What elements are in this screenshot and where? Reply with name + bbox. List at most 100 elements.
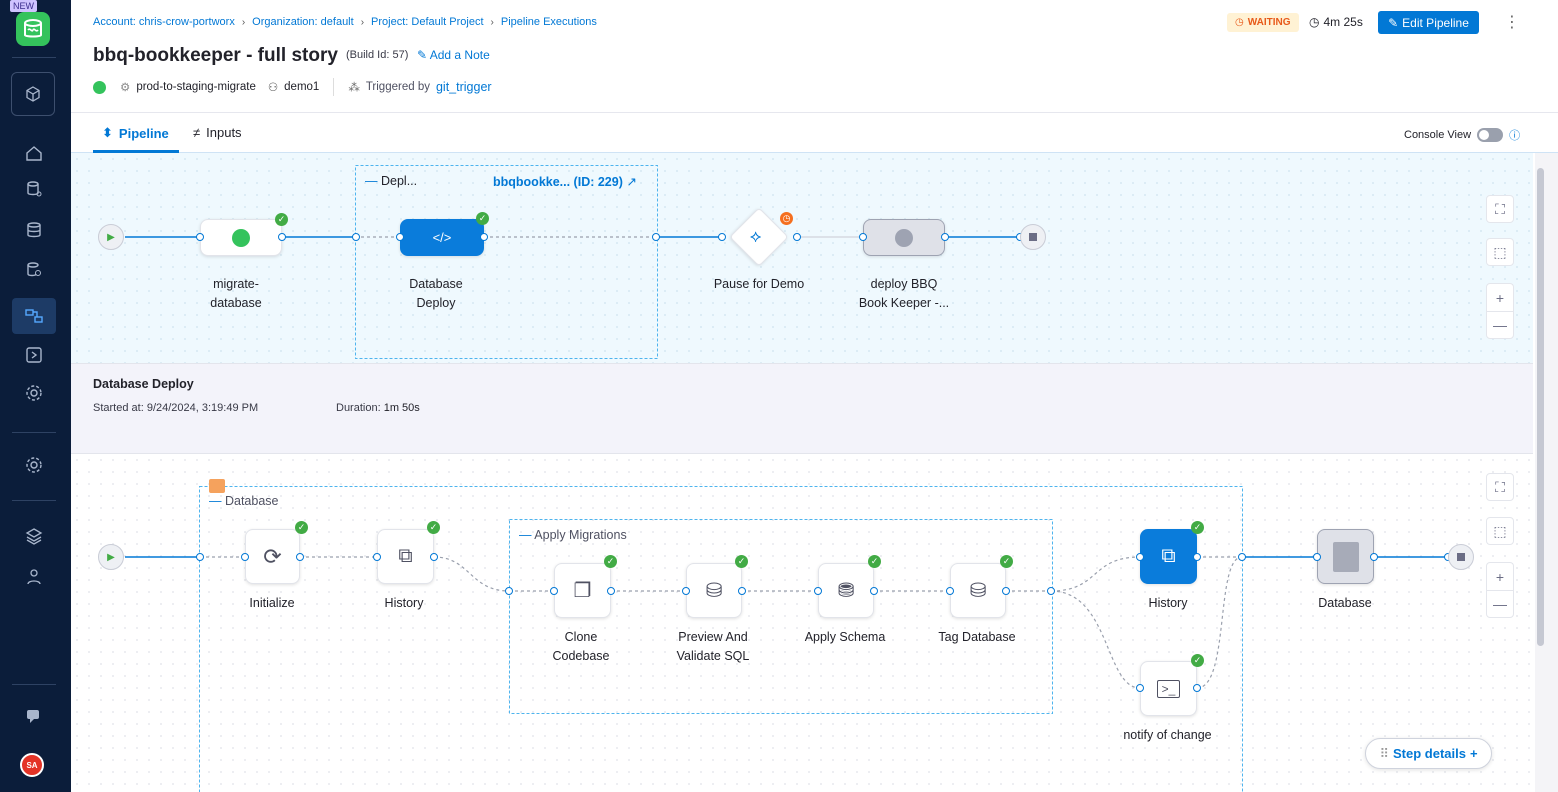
waiting-icon: ◷ (780, 212, 793, 225)
database-upload-icon: ⛃ (837, 580, 855, 602)
step-tag-database[interactable]: ⛁ (950, 563, 1006, 618)
stage-group-link-label: bbqbookke... (ID: 229) (493, 175, 623, 189)
step-group-name: Database (224, 494, 279, 508)
step-apply-schema[interactable]: ⛃ (818, 563, 874, 618)
database-icon: ⛁ (969, 580, 987, 602)
clone-icon: ❐ (573, 580, 592, 602)
port (1193, 553, 1201, 561)
port (738, 587, 746, 595)
port (1047, 587, 1055, 595)
port (946, 587, 954, 595)
step-notify-of-change[interactable]: >_ (1140, 661, 1197, 716)
port (607, 587, 615, 595)
end-node (1448, 544, 1474, 570)
port (396, 233, 404, 241)
success-check-icon: ✓ (735, 555, 748, 568)
step-label: History (1148, 596, 1188, 610)
step-label: Tag Database (938, 630, 1016, 644)
port (296, 553, 304, 561)
deploy-service-icon (895, 228, 913, 247)
port (859, 233, 867, 241)
stage-group-name: Depl... (380, 174, 418, 188)
collapse-icon[interactable]: — (519, 528, 532, 542)
port (1193, 684, 1201, 692)
puzzle-icon: ⧉ (398, 545, 413, 567)
stage-label: Pause for Demo (713, 277, 805, 291)
step-initialize[interactable]: ⟳ (245, 529, 300, 584)
start-node[interactable]: ▶ (98, 544, 124, 570)
port (941, 233, 949, 241)
port (1136, 553, 1144, 561)
success-check-icon: ✓ (275, 213, 288, 226)
graph-connectors (125, 165, 1448, 792)
step-group-name: Apply Migrations (534, 528, 627, 542)
port (718, 233, 726, 241)
step-label: notify of change (1123, 728, 1212, 742)
port (1370, 553, 1378, 561)
refresh-icon: ⟳ (263, 543, 282, 569)
select-area-button[interactable]: ⬚ (1486, 517, 1514, 545)
port (1313, 553, 1321, 561)
step-label: Clone Codebase (552, 630, 610, 663)
port (814, 587, 822, 595)
port (373, 553, 381, 561)
step-clone-codebase[interactable]: ❐ (554, 563, 611, 618)
stage-label: migrate- database (210, 277, 262, 310)
port (550, 587, 558, 595)
port (505, 587, 513, 595)
step-history-running[interactable]: ⧉ (1140, 529, 1197, 584)
stage-database-next[interactable] (1317, 529, 1374, 584)
port (430, 553, 438, 561)
database-layers-icon (1332, 541, 1359, 572)
zoom-in-button[interactable]: + (1486, 283, 1514, 311)
step-label: Database (1318, 596, 1372, 610)
stage-group-link[interactable]: bbqbookke... (ID: 229) ↗ (493, 174, 637, 189)
fit-screen-button[interactable]: ⛶ (1486, 473, 1514, 501)
port (793, 233, 801, 241)
approval-icon: ⟡ (750, 227, 762, 246)
start-node[interactable]: ▶ (98, 224, 124, 250)
step-preview-validate-sql[interactable]: ⛁ (686, 563, 742, 618)
plus-icon: + (1469, 746, 1478, 761)
stage-deploy-bbq[interactable] (863, 219, 945, 256)
fit-screen-button[interactable]: ⛶ (1486, 195, 1514, 223)
stage-label: Database Deploy (409, 277, 463, 310)
stage-database-deploy[interactable]: </> (400, 219, 484, 256)
step-details-button[interactable]: ⠿ Step details + (1365, 738, 1492, 769)
success-check-icon: ✓ (427, 521, 440, 534)
end-node (1020, 224, 1046, 250)
stage-migrate-database[interactable] (200, 219, 282, 256)
success-check-icon: ✓ (476, 212, 489, 225)
port (682, 587, 690, 595)
port (196, 233, 204, 241)
step-label: Initialize (249, 596, 295, 610)
stage-type-icon (232, 228, 250, 247)
step-history[interactable]: ⧉ (377, 529, 434, 584)
port (870, 587, 878, 595)
zoom-out-button[interactable]: — (1486, 311, 1514, 339)
zoom-out-button[interactable]: — (1486, 590, 1514, 618)
drag-handle-icon: ⠿ (1379, 745, 1389, 761)
container-icon (209, 479, 225, 493)
select-area-button[interactable]: ⬚ (1486, 238, 1514, 266)
port (652, 233, 660, 241)
database-icon: ⛁ (705, 580, 723, 602)
port (352, 233, 360, 241)
port (1136, 684, 1144, 692)
success-check-icon: ✓ (1191, 521, 1204, 534)
terminal-icon: >_ (1156, 679, 1181, 698)
port (1002, 587, 1010, 595)
step-label: History (384, 596, 424, 610)
step-label: Preview And Validate SQL (676, 630, 750, 663)
zoom-in-button[interactable]: + (1486, 562, 1514, 590)
collapse-icon[interactable]: — (209, 494, 222, 508)
port (196, 553, 204, 561)
puzzle-icon: ⧉ (1161, 545, 1176, 567)
success-check-icon: ✓ (1191, 654, 1204, 667)
success-check-icon: ✓ (868, 555, 881, 568)
port (1238, 553, 1246, 561)
port (480, 233, 488, 241)
collapse-icon[interactable]: — (365, 174, 378, 188)
external-link-icon: ↗ (626, 175, 637, 189)
success-check-icon: ✓ (604, 555, 617, 568)
